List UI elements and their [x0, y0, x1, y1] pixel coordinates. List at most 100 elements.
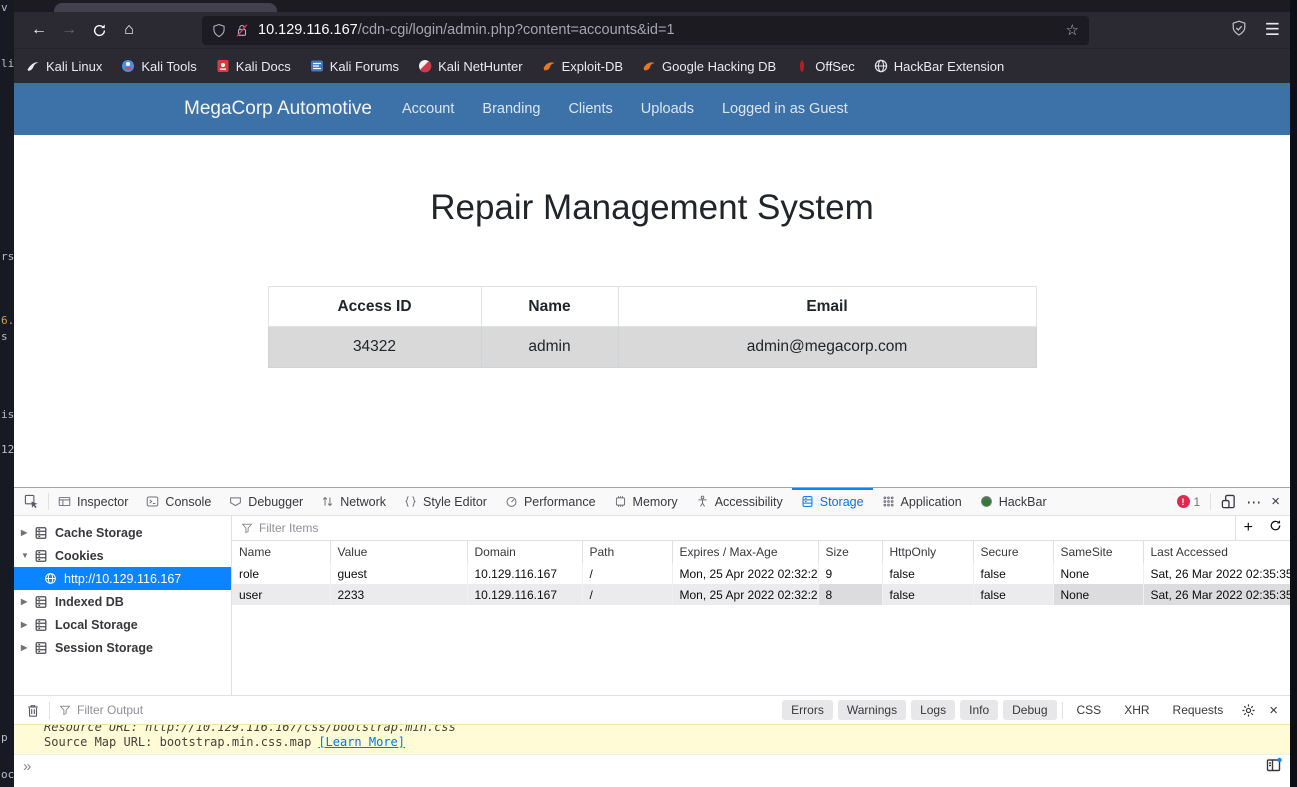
add-item-button[interactable]: + [1244, 519, 1253, 537]
home-button[interactable]: ⌂ [114, 17, 144, 43]
clear-console-button[interactable] [26, 703, 40, 718]
bookmark-exploit-db[interactable]: Exploit-DB [542, 59, 623, 74]
cookie-cell[interactable]: 2233 [330, 584, 467, 605]
cookie-header-secure[interactable]: Secure [973, 541, 1053, 563]
console-close-button[interactable]: × [1269, 702, 1278, 719]
collapsed-twisty-icon[interactable]: ▶ [21, 528, 31, 537]
nav-item-uploads[interactable]: Uploads [641, 101, 694, 117]
nav-item-account[interactable]: Account [402, 101, 454, 117]
back-button[interactable]: ← [24, 17, 54, 43]
tab-debugger[interactable]: Debugger [220, 488, 312, 515]
tab-console[interactable]: Console [137, 488, 220, 515]
protections-shield-icon[interactable] [1231, 20, 1247, 41]
cookie-cell[interactable]: user [232, 584, 330, 605]
site-brand[interactable]: MegaCorp Automotive [184, 98, 372, 120]
filter-xhr-button[interactable]: XHR [1115, 700, 1158, 720]
cookie-cell[interactable]: false [882, 584, 973, 605]
tab-inspector[interactable]: Inspector [49, 488, 137, 515]
cookie-cell[interactable]: None [1053, 584, 1143, 605]
nav-item-logged-in-as-guest[interactable]: Logged in as Guest [722, 101, 848, 117]
cookie-row-user[interactable]: user 2233 10.129.116.167 / Mon, 25 Apr 2… [232, 584, 1290, 605]
console-filter-input[interactable] [77, 703, 782, 717]
cookie-header-samesite[interactable]: SameSite [1053, 541, 1143, 563]
console-settings-button[interactable] [1241, 703, 1256, 718]
learn-more-link[interactable]: [Learn More] [318, 735, 405, 749]
cookie-cell[interactable]: Mon, 25 Apr 2022 02:32:2… [672, 563, 818, 584]
filter-debug-button[interactable]: Debug [1003, 700, 1056, 720]
tab-accessibility[interactable]: Accessibility [687, 488, 792, 515]
nav-item-branding[interactable]: Branding [482, 101, 540, 117]
collapsed-twisty-icon[interactable]: ▶ [21, 597, 31, 606]
nav-item-clients[interactable]: Clients [568, 101, 612, 117]
bookmark-kali-tools[interactable]: Kali Tools [121, 59, 196, 74]
cookie-header-path[interactable]: Path [582, 541, 672, 563]
address-bar[interactable]: 10.129.116.167/cdn-cgi/login/admin.php?c… [202, 16, 1089, 45]
tab-network[interactable]: Network [312, 488, 395, 515]
cookie-cell[interactable]: 9 [818, 563, 882, 584]
bookmark-hackbar-extension[interactable]: HackBar Extension [874, 59, 1005, 74]
sidebar-item-cookies[interactable]: ▼ Cookies [14, 544, 231, 567]
reload-button[interactable] [84, 17, 114, 43]
cookie-cell[interactable]: role [232, 563, 330, 584]
sidebar-item-local-storage[interactable]: ▶ Local Storage [14, 613, 231, 636]
cookie-row-role[interactable]: role guest 10.129.116.167 / Mon, 25 Apr … [232, 563, 1290, 584]
filter-requests-button[interactable]: Requests [1164, 700, 1233, 720]
tab-application[interactable]: Application [873, 488, 971, 515]
tab-performance[interactable]: Performance [496, 488, 605, 515]
cookie-header-last-accessed[interactable]: Last Accessed [1143, 541, 1290, 563]
cookie-header-value[interactable]: Value [330, 541, 467, 563]
filter-logs-button[interactable]: Logs [911, 700, 955, 720]
cookie-header-expires[interactable]: Expires / Max-Age [672, 541, 818, 563]
bookmark-star-icon[interactable]: ☆ [1066, 21, 1079, 39]
filter-css-button[interactable]: CSS [1068, 700, 1111, 720]
tab-hackbar[interactable]: HackBar [971, 488, 1056, 515]
filter-info-button[interactable]: Info [960, 700, 998, 720]
expanded-twisty-icon[interactable]: ▼ [21, 551, 31, 560]
shield-icon[interactable] [212, 23, 226, 38]
console-sidebar-toggle-button[interactable] [1266, 757, 1282, 778]
tab-storage[interactable]: Storage [792, 488, 873, 515]
cookie-header-size[interactable]: Size [818, 541, 882, 563]
sidebar-item-cookie-host-selected[interactable]: http://10.129.116.167 [14, 567, 231, 590]
cookie-cell[interactable]: / [582, 584, 672, 605]
cookie-cell[interactable]: Sat, 26 Mar 2022 02:35:35… [1143, 584, 1290, 605]
menu-icon[interactable]: ☰ [1265, 20, 1280, 40]
cookie-header-domain[interactable]: Domain [467, 541, 582, 563]
sidebar-item-cache-storage[interactable]: ▶ Cache Storage [14, 521, 231, 544]
storage-filter-input[interactable] [259, 521, 1235, 535]
bookmark-kali-linux[interactable]: Kali Linux [26, 59, 102, 74]
filter-warnings-button[interactable]: Warnings [838, 700, 906, 720]
sidebar-item-indexed-db[interactable]: ▶ Indexed DB [14, 590, 231, 613]
console-input-row[interactable]: » [14, 754, 1290, 787]
devtools-close-button[interactable]: × [1271, 493, 1280, 510]
filter-errors-button[interactable]: Errors [782, 700, 833, 720]
url-text[interactable]: 10.129.116.167/cdn-cgi/login/admin.php?c… [258, 22, 1058, 38]
cookie-cell[interactable]: Mon, 25 Apr 2022 02:32:2… [672, 584, 818, 605]
cookie-cell[interactable]: 8 [818, 584, 882, 605]
bookmark-offsec[interactable]: OffSec [795, 59, 855, 74]
tab-memory[interactable]: Memory [605, 488, 687, 515]
cookie-header-httponly[interactable]: HttpOnly [882, 541, 973, 563]
cookie-cell[interactable]: false [882, 563, 973, 584]
bookmark-google-hacking-db[interactable]: Google Hacking DB [642, 59, 776, 74]
cookie-cell[interactable]: Sat, 26 Mar 2022 02:35:35… [1143, 563, 1290, 584]
responsive-design-mode-button[interactable] [1221, 494, 1236, 509]
cookie-cell[interactable]: false [973, 584, 1053, 605]
cookie-cell[interactable]: 10.129.116.167 [467, 584, 582, 605]
refresh-items-button[interactable] [1269, 519, 1282, 537]
collapsed-twisty-icon[interactable]: ▶ [21, 620, 31, 629]
pick-element-button[interactable] [14, 494, 48, 509]
insecure-lock-icon[interactable] [235, 23, 249, 38]
collapsed-twisty-icon[interactable]: ▶ [21, 643, 31, 652]
bookmark-kali-nethunter[interactable]: Kali NetHunter [418, 59, 523, 74]
forward-button[interactable]: → [54, 17, 84, 43]
cookie-cell[interactable]: None [1053, 563, 1143, 584]
cookie-cell[interactable]: 10.129.116.167 [467, 563, 582, 584]
devtools-meatball-menu[interactable]: ⋯ [1246, 493, 1261, 511]
tab-style-editor[interactable]: Style Editor [395, 488, 496, 515]
bookmark-kali-docs[interactable]: Kali Docs [216, 59, 291, 74]
cookie-cell[interactable]: guest [330, 563, 467, 584]
error-count-badge[interactable]: !1 [1177, 495, 1201, 509]
cookie-header-name[interactable]: Name [232, 541, 330, 563]
browser-active-tab[interactable] [54, 3, 277, 12]
